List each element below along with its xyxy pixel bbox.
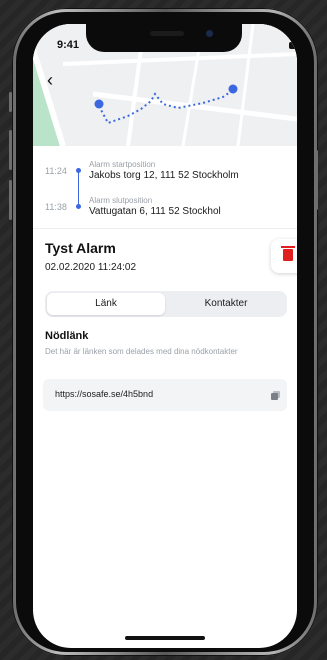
emergency-link-description: Det här är länken som delades med dina n… bbox=[45, 347, 238, 356]
start-label: Alarm startposition bbox=[89, 160, 156, 169]
end-label: Alarm slutposition bbox=[89, 196, 153, 205]
start-address: Jakobs torg 12, 111 52 Stockholm bbox=[89, 170, 239, 181]
segmented-control: Länk Kontakter bbox=[45, 291, 287, 317]
timeline-line bbox=[78, 171, 79, 205]
alarm-timeline: 11:24 Alarm startposition Jakobs torg 12… bbox=[45, 156, 285, 226]
tab-contacts[interactable]: Kontakter bbox=[167, 293, 285, 315]
status-time: 9:41 bbox=[57, 39, 80, 51]
section-divider bbox=[33, 228, 297, 229]
timeline-end-dot bbox=[76, 204, 81, 209]
end-time: 11:38 bbox=[45, 202, 67, 212]
volume-up-button bbox=[9, 130, 12, 170]
emergency-link-title: Nödlänk bbox=[45, 330, 89, 342]
app-screen: 9:41 ‹ 11:24 Alarm startposition Jakobs … bbox=[33, 24, 297, 648]
copy-icon[interactable] bbox=[271, 391, 280, 400]
tab-link[interactable]: Länk bbox=[47, 293, 165, 315]
route-start-marker bbox=[94, 99, 104, 109]
end-address: Vattugatan 6, 111 52 Stockhol bbox=[89, 206, 221, 217]
start-time: 11:24 bbox=[45, 166, 67, 176]
trash-icon bbox=[281, 246, 295, 261]
home-indicator bbox=[125, 636, 205, 640]
volume-down-button bbox=[9, 180, 12, 220]
timeline-start-dot bbox=[76, 168, 81, 173]
delete-button[interactable] bbox=[271, 239, 297, 273]
alarm-title: Tyst Alarm bbox=[45, 240, 116, 256]
notch bbox=[86, 24, 242, 52]
mute-switch bbox=[9, 92, 12, 112]
speaker bbox=[150, 31, 184, 36]
emergency-link-box[interactable]: https://sosafe.se/4h5bnd bbox=[43, 379, 287, 411]
front-camera bbox=[206, 30, 213, 37]
power-button bbox=[315, 150, 318, 210]
route-end-marker bbox=[228, 84, 238, 94]
chevron-left-icon[interactable]: ‹ bbox=[47, 70, 53, 91]
battery-icon bbox=[289, 42, 297, 49]
emergency-link-url[interactable]: https://sosafe.se/4h5bnd bbox=[55, 389, 153, 399]
alarm-datetime: 02.02.2020 11:24:02 bbox=[45, 262, 137, 273]
